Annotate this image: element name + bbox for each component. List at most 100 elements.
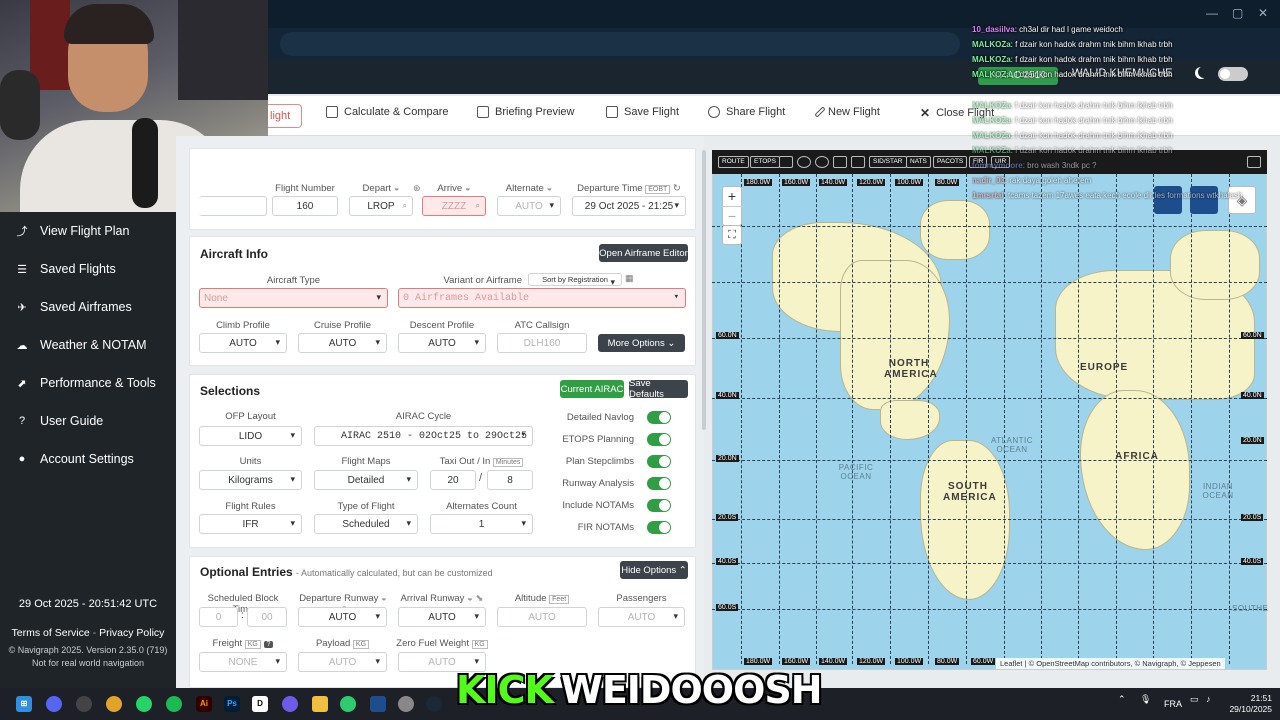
map-target-icon[interactable]	[815, 156, 829, 168]
alternate-field[interactable]: AUTO	[497, 196, 561, 216]
freight-field[interactable]: NONE	[199, 652, 287, 672]
detailed-navlog-toggle[interactable]	[647, 411, 671, 424]
form-scrollbar[interactable]	[702, 150, 706, 430]
map-sidstar-button[interactable]: SID/STAR	[869, 156, 907, 168]
taxi-out-field[interactable]: 20	[430, 470, 476, 490]
taskbar-clock[interactable]: 21:51 29/10/2025	[1222, 693, 1272, 715]
calendar-icon[interactable]: ▦	[625, 273, 634, 284]
departure-time-field[interactable]: 29 Oct 2025 - 21:25	[572, 196, 686, 216]
fir-notams-toggle[interactable]	[647, 521, 671, 534]
url-field[interactable]	[280, 32, 960, 56]
start-icon[interactable]: ⊞	[16, 696, 32, 712]
alternate-label-text: Alternate	[505, 183, 544, 194]
help-icon[interactable]: ?	[263, 641, 274, 648]
departure-runway-field[interactable]: AUTO	[298, 607, 387, 627]
chrome-icon[interactable]	[106, 696, 122, 712]
lon-label: 160.0W	[782, 179, 811, 186]
arrival-runway-field[interactable]: AUTO	[398, 607, 486, 627]
save-defaults-button[interactable]: Save Defaults	[629, 378, 688, 400]
app-icon[interactable]	[76, 696, 92, 712]
runway-analysis-toggle[interactable]	[647, 477, 671, 490]
depart-field[interactable]: LROP ⌕	[349, 196, 413, 216]
share-flight-button[interactable]: Share Flight	[708, 106, 785, 118]
save-flight-button[interactable]: Save Flight	[606, 106, 679, 118]
alternates-count-field[interactable]: 1	[430, 514, 533, 534]
folder-icon[interactable]	[312, 696, 328, 712]
map-triangle-icon[interactable]	[833, 156, 847, 168]
zoom-out-button[interactable]: −	[722, 206, 742, 226]
new-flight-button[interactable]: New Flight	[814, 106, 880, 118]
descent-field[interactable]: AUTO	[398, 333, 486, 353]
privacy-link[interactable]: Privacy Policy	[99, 627, 164, 639]
briefing-preview-button[interactable]: Briefing Preview	[477, 106, 574, 118]
southern-ocean-label: SOUTHE	[1232, 604, 1269, 613]
tray-chevron-icon[interactable]: ⌃	[1118, 694, 1126, 705]
map-route-button[interactable]: ROUTE	[718, 156, 749, 168]
altitude-field[interactable]: AUTO	[497, 607, 587, 627]
block-hours-field[interactable]: 0	[199, 607, 238, 627]
dc-icon[interactable]: D	[252, 696, 268, 712]
app2-icon[interactable]	[340, 696, 356, 712]
etops-toggle[interactable]	[647, 433, 671, 446]
calculate-compare-button[interactable]: Calculate & Compare	[326, 106, 449, 118]
navigraph-icon[interactable]	[370, 696, 386, 712]
airline-field[interactable]	[199, 196, 267, 216]
whatsapp-icon[interactable]	[136, 696, 152, 712]
map-brush-icon[interactable]	[851, 156, 865, 168]
aircraft-type-field[interactable]: None	[199, 288, 388, 308]
open-airframe-editor-button[interactable]: Open Airframe Editor	[599, 244, 688, 262]
hide-options-button[interactable]: Hide Options ⌃	[620, 561, 688, 579]
map-globe-icon[interactable]	[797, 156, 811, 168]
ofp-layout-field[interactable]: LIDO	[199, 426, 302, 446]
arrive-field[interactable]: ZZZZ ⌕	[422, 196, 486, 216]
volume-icon[interactable]: ♪	[1206, 694, 1211, 704]
stepclimbs-toggle[interactable]	[647, 455, 671, 468]
payload-field[interactable]: AUTO	[298, 652, 387, 672]
units-field[interactable]: Kilograms	[199, 470, 302, 490]
callsign-field[interactable]: DLH160	[497, 333, 587, 353]
taxi-in-field[interactable]: 8	[487, 470, 533, 490]
app3-icon[interactable]	[398, 696, 414, 712]
sidebar-item-performance-tools[interactable]: ⬈ Performance & Tools	[16, 376, 155, 390]
chat-app-icon[interactable]	[282, 696, 298, 712]
fullscreen-icon[interactable]: ⛶	[722, 225, 742, 245]
photoshop-icon[interactable]: Ps	[224, 696, 240, 712]
sidebar-item-saved-flights[interactable]: ☰ Saved Flights	[16, 262, 116, 276]
map-pacots-button[interactable]: PACOTS	[933, 156, 968, 168]
cruise-field[interactable]: AUTO	[298, 333, 387, 353]
spotify-icon[interactable]	[166, 696, 182, 712]
current-airac-button[interactable]: Current AIRAC	[560, 380, 624, 398]
toolbar-partial-button[interactable]: light	[268, 104, 302, 128]
sort-field[interactable]: Sort by Registration	[528, 273, 622, 288]
flight-rules-field[interactable]: IFR	[199, 514, 302, 534]
refresh-icon[interactable]: ↻	[673, 183, 681, 194]
map-etops-button[interactable]: ETOPS	[750, 156, 780, 168]
sidebar-item-saved-airframes[interactable]: ✈ Saved Airframes	[16, 300, 131, 314]
swap-icon[interactable]: ⊛	[413, 183, 421, 194]
flight-type-field[interactable]: Scheduled	[314, 514, 418, 534]
flight-number-field[interactable]: 160	[272, 196, 338, 216]
sidebar-item-user-guide[interactable]: ? User Guide	[16, 414, 103, 428]
airac-cycle-field[interactable]: AIRAC 2510 - 02Oct25 to 29Oct25	[314, 426, 533, 446]
more-options-button[interactable]: More Options ⌄	[598, 334, 685, 352]
network-icon[interactable]: ▭	[1190, 694, 1199, 705]
map-pen-icon[interactable]	[779, 156, 793, 168]
map-nats-button[interactable]: NATS	[906, 156, 931, 168]
mic-icon[interactable]: 🎙	[1140, 694, 1151, 705]
flight-maps-field[interactable]: Detailed	[314, 470, 418, 490]
steam-icon[interactable]	[426, 696, 442, 712]
climb-field[interactable]: AUTO	[199, 333, 287, 353]
sidebar-item-view-flight-plan[interactable]: ⤴ View Flight Plan	[16, 224, 130, 238]
block-minutes-field[interactable]: 00	[247, 607, 287, 627]
variant-field[interactable]: 0 Airframes Available	[398, 288, 686, 308]
terms-link[interactable]: Terms of Service	[12, 627, 90, 639]
grid-line	[712, 226, 1267, 227]
include-notams-toggle[interactable]	[647, 499, 671, 512]
illustrator-icon[interactable]: Ai	[196, 696, 212, 712]
discord-icon[interactable]	[46, 696, 62, 712]
zoom-in-button[interactable]: +	[722, 186, 742, 206]
language-indicator[interactable]: FRA	[1164, 699, 1182, 709]
sidebar-item-weather-notam[interactable]: ☁ Weather & NOTAM	[16, 338, 147, 352]
passengers-field[interactable]: AUTO	[598, 607, 685, 627]
sidebar-item-account-settings[interactable]: ● Account Settings	[16, 452, 134, 466]
